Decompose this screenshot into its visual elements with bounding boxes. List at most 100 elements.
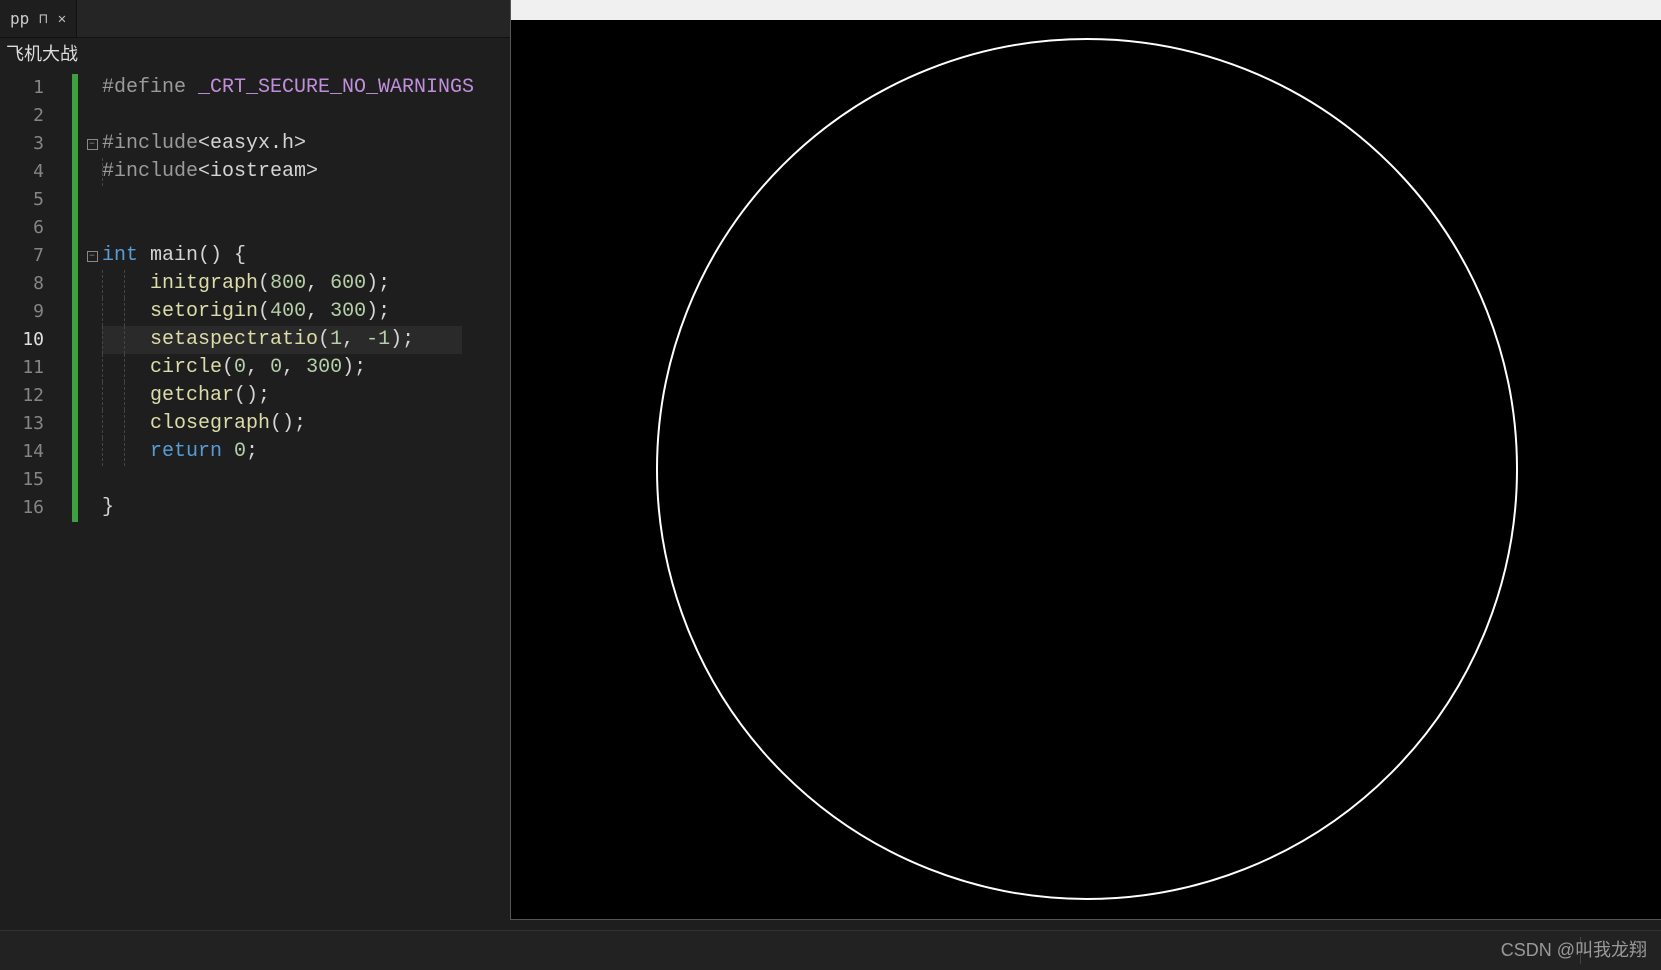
code-token: getchar xyxy=(150,384,234,407)
close-icon[interactable]: ✕ xyxy=(58,11,66,27)
fold-cell xyxy=(82,354,102,382)
fold-cell: − xyxy=(82,242,102,270)
code-line[interactable]: #include<iostream> xyxy=(102,158,462,186)
code-token: 600 xyxy=(330,272,366,295)
code-token: 400 xyxy=(270,300,306,323)
code-token: (); xyxy=(270,412,306,435)
line-number: 13 xyxy=(0,410,72,438)
line-number: 12 xyxy=(0,382,72,410)
line-number: 11 xyxy=(0,354,72,382)
file-tab[interactable]: pp ⊓ ✕ xyxy=(0,0,77,37)
line-number: 5 xyxy=(0,186,72,214)
code-token: #include xyxy=(102,132,198,155)
fold-cell xyxy=(82,382,102,410)
line-number: 9 xyxy=(0,298,72,326)
code-token: initgraph xyxy=(150,272,258,295)
code-token: (); xyxy=(234,384,270,407)
change-marker-column xyxy=(72,68,82,970)
fold-cell xyxy=(82,102,102,130)
program-output-window[interactable] xyxy=(510,0,1661,920)
code-token: -1 xyxy=(366,328,390,351)
code-token: ( xyxy=(258,300,270,323)
code-line[interactable]: #include<easyx.h> xyxy=(102,130,462,158)
line-number: 2 xyxy=(0,102,72,130)
line-number: 4 xyxy=(0,158,72,186)
code-token: <iostream> xyxy=(198,160,318,183)
fold-cell xyxy=(82,438,102,466)
line-number: 14 xyxy=(0,438,72,466)
code-token: int xyxy=(102,244,138,267)
code-token: <easyx.h> xyxy=(198,132,306,155)
line-number: 10 xyxy=(0,326,72,354)
code-token: ( xyxy=(318,328,330,351)
code-token: circle xyxy=(150,356,222,379)
fold-toggle-icon[interactable]: − xyxy=(87,139,98,150)
breadcrumb-text: 飞机大战 xyxy=(6,40,78,66)
changed-lines-marker xyxy=(72,74,78,522)
pin-icon[interactable]: ⊓ xyxy=(39,11,47,27)
code-token: , xyxy=(246,356,270,379)
code-token: 800 xyxy=(270,272,306,295)
code-column[interactable]: #define _CRT_SECURE_NO_WARNINGS #include<… xyxy=(102,68,462,970)
code-token: main xyxy=(138,244,198,267)
line-number: 15 xyxy=(0,466,72,494)
code-token: setorigin xyxy=(150,300,258,323)
code-token: ( xyxy=(258,272,270,295)
line-number: 1 xyxy=(0,74,72,102)
code-line[interactable]: return 0; xyxy=(102,438,462,466)
code-token: ); xyxy=(366,272,390,295)
code-line[interactable]: } xyxy=(102,494,462,522)
fold-cell xyxy=(82,466,102,494)
code-token: #define xyxy=(102,76,198,99)
output-circle xyxy=(657,39,1517,899)
fold-toggle-icon[interactable]: − xyxy=(87,251,98,262)
code-line[interactable]: setaspectratio(1, -1); xyxy=(102,326,462,354)
fold-cell: − xyxy=(82,130,102,158)
code-token: 300 xyxy=(330,300,366,323)
code-line[interactable] xyxy=(102,186,462,214)
fold-cell xyxy=(82,270,102,298)
fold-cell xyxy=(82,74,102,102)
fold-cell xyxy=(82,326,102,354)
code-line[interactable]: getchar(); xyxy=(102,382,462,410)
code-line[interactable]: #define _CRT_SECURE_NO_WARNINGS xyxy=(102,74,462,102)
fold-cell xyxy=(82,214,102,242)
code-token: ); xyxy=(390,328,414,351)
output-canvas xyxy=(513,20,1660,918)
status-bar: CSDN @叫我龙翔 xyxy=(0,930,1661,970)
code-token: ); xyxy=(342,356,366,379)
code-token: } xyxy=(102,496,114,519)
line-number: 8 xyxy=(0,270,72,298)
code-token: setaspectratio xyxy=(150,328,318,351)
fold-cell xyxy=(82,410,102,438)
watermark: CSDN @叫我龙翔 xyxy=(1501,936,1647,962)
code-token: 0 xyxy=(234,440,246,463)
code-token: , xyxy=(342,328,366,351)
code-token: ); xyxy=(366,300,390,323)
fold-cell xyxy=(82,494,102,522)
code-line[interactable]: closegraph(); xyxy=(102,410,462,438)
code-line[interactable] xyxy=(102,102,462,130)
code-token: closegraph xyxy=(150,412,270,435)
code-line[interactable]: int main() { xyxy=(102,242,462,270)
code-token: _CRT_SECURE_NO_WARNINGS xyxy=(198,76,474,99)
code-token: 1 xyxy=(330,328,342,351)
code-token: #include xyxy=(102,160,198,183)
code-line[interactable] xyxy=(102,214,462,242)
code-token: , xyxy=(306,300,330,323)
code-line[interactable] xyxy=(102,466,462,494)
code-line[interactable]: setorigin(400, 300); xyxy=(102,298,462,326)
fold-cell xyxy=(82,298,102,326)
output-titlebar[interactable] xyxy=(511,0,1661,20)
code-line[interactable]: initgraph(800, 600); xyxy=(102,270,462,298)
code-token: () xyxy=(198,244,222,267)
line-number: 6 xyxy=(0,214,72,242)
code-token: return xyxy=(150,440,234,463)
code-line[interactable]: circle(0, 0, 300); xyxy=(102,354,462,382)
code-token: , xyxy=(306,272,330,295)
code-token: ; xyxy=(246,440,258,463)
code-token: , xyxy=(282,356,306,379)
code-token: 0 xyxy=(234,356,246,379)
fold-cell xyxy=(82,186,102,214)
line-number: 7 xyxy=(0,242,72,270)
